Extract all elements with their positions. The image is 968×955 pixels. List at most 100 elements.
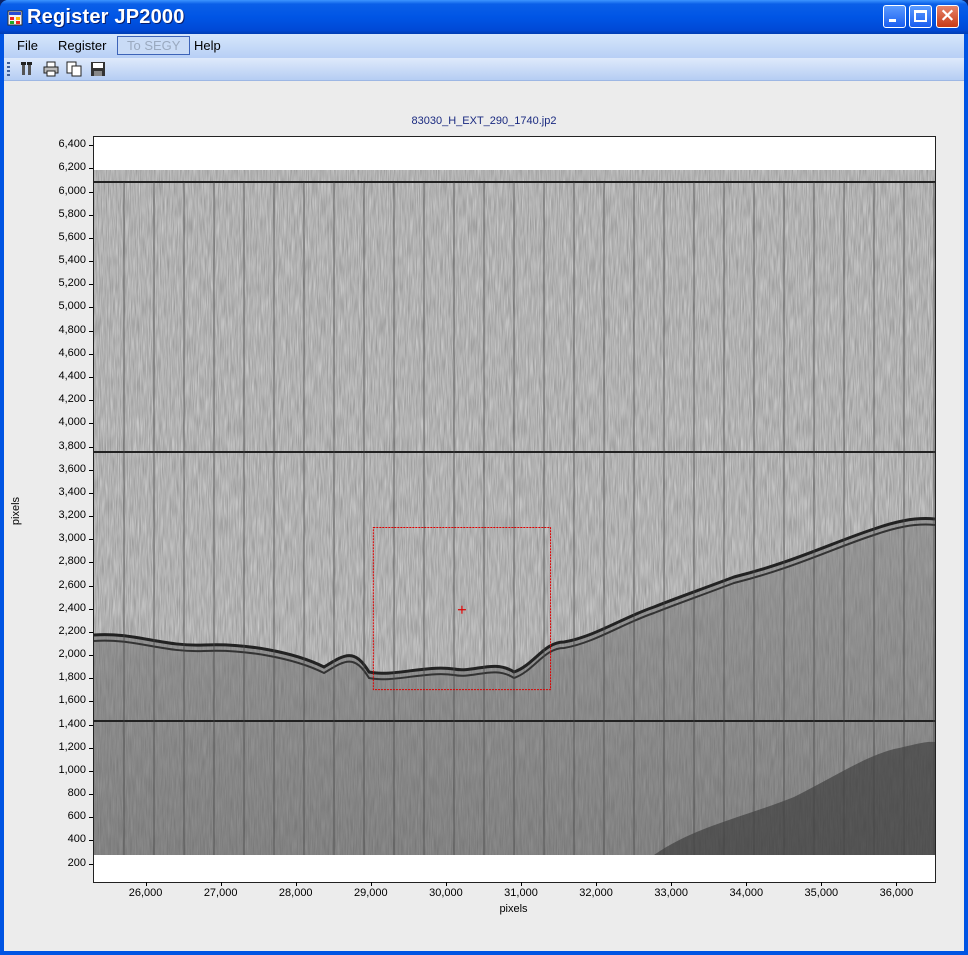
y-tick-label: 1,200 [58, 740, 86, 753]
minimize-icon [889, 19, 896, 22]
x-tick-mark [145, 882, 147, 886]
x-tick-label: 26,000 [128, 887, 163, 899]
x-tick-label: 29,000 [354, 887, 388, 899]
x-tick-label: 33,000 [654, 887, 689, 899]
y-tick-label: 1,600 [58, 694, 86, 707]
x-tick-mark [746, 882, 748, 886]
y-tick-mark [89, 678, 93, 680]
y-tick-mark [89, 307, 93, 309]
toolbar [4, 58, 964, 81]
x-axis-label: pixels [499, 903, 528, 915]
client-area: File Register To SEGY Help 83030_H_EXT_2… [4, 34, 964, 951]
y-tick-mark [89, 539, 93, 541]
y-tick-label: 5,400 [58, 254, 86, 267]
maximize-button[interactable] [909, 5, 932, 28]
y-tick-label: 400 [67, 833, 86, 846]
x-tick-label: 31,000 [504, 887, 538, 899]
y-tick-mark [89, 376, 93, 378]
y-tick-label: 2,600 [58, 578, 86, 591]
toolbar-grip[interactable] [7, 62, 10, 76]
y-tick-mark [89, 284, 93, 286]
close-icon: × [939, 4, 956, 26]
minimize-button[interactable] [883, 5, 906, 28]
close-button[interactable]: × [936, 4, 959, 28]
y-tick-label: 4,600 [58, 346, 86, 359]
y-tick-label: 2,000 [58, 648, 86, 661]
x-tick-mark [671, 882, 673, 886]
y-tick-label: 3,400 [58, 485, 86, 498]
maximize-icon [914, 10, 927, 22]
y-tick-label: 1,400 [58, 717, 86, 730]
x-tick-mark [596, 882, 598, 886]
menu-help[interactable]: Help [190, 37, 225, 54]
y-axis-label: pixels [10, 496, 23, 526]
y-tick-mark [89, 794, 93, 796]
menu-bar: File Register To SEGY Help [4, 34, 964, 58]
y-tick-mark [89, 701, 93, 703]
x-tick-label: 30,000 [429, 887, 463, 899]
y-tick-label: 2,200 [58, 624, 86, 637]
y-tick-label: 6,000 [58, 184, 86, 197]
save-icon[interactable] [90, 61, 106, 77]
y-tick-label: 3,600 [58, 462, 86, 475]
y-tick-label: 3,800 [58, 439, 86, 452]
y-tick-label: 1,000 [58, 763, 86, 776]
y-tick-mark [89, 469, 93, 471]
y-tick-mark [89, 562, 93, 564]
y-tick-mark [89, 863, 93, 865]
menu-to-segy: To SEGY [117, 36, 191, 55]
seismic-image-frame[interactable] [93, 136, 936, 883]
y-tick-mark [89, 330, 93, 332]
x-tick-mark [295, 882, 297, 886]
y-tick-mark [89, 492, 93, 494]
x-tick-mark [896, 882, 898, 886]
y-tick-mark [89, 423, 93, 425]
x-tick-label: 28,000 [278, 887, 313, 899]
x-tick-mark [445, 882, 447, 886]
print-icon[interactable] [43, 61, 59, 77]
x-tick-mark [370, 882, 372, 886]
y-tick-label: 3,000 [58, 532, 86, 545]
y-tick-label: 200 [67, 856, 86, 869]
plot-title: 83030_H_EXT_290_1740.jp2 [411, 115, 557, 127]
properties-icon[interactable] [19, 61, 35, 77]
y-tick-mark [89, 261, 93, 263]
y-tick-mark [89, 817, 93, 819]
y-tick-label: 2,400 [58, 601, 86, 614]
y-tick-mark [89, 214, 93, 216]
y-tick-mark [89, 191, 93, 193]
y-tick-mark [89, 237, 93, 239]
y-tick-mark [89, 631, 93, 633]
title-bar[interactable]: Register JP2000 × [0, 0, 968, 34]
x-tick-label: 27,000 [203, 887, 238, 899]
y-tick-mark [89, 770, 93, 772]
y-tick-mark [89, 655, 93, 657]
y-tick-label: 1,800 [58, 671, 86, 684]
x-tick-label: 35,000 [804, 887, 839, 899]
x-tick-mark [521, 882, 522, 886]
y-tick-label: 600 [67, 810, 86, 823]
app-icon [7, 10, 23, 26]
x-tick-mark [220, 882, 222, 886]
copy-icon[interactable] [66, 61, 82, 77]
y-tick-mark [89, 585, 93, 587]
x-tick-label: 34,000 [729, 887, 764, 899]
y-tick-label: 6,200 [58, 161, 86, 174]
y-tick-label: 800 [67, 787, 86, 800]
x-tick-mark [821, 882, 823, 886]
seismic-image[interactable] [94, 137, 935, 882]
y-tick-label: 5,000 [58, 300, 86, 313]
y-tick-label: 4,800 [58, 323, 86, 336]
menu-register[interactable]: Register [54, 37, 110, 54]
y-tick-mark [89, 145, 93, 147]
y-tick-label: 3,200 [58, 509, 86, 522]
y-tick-mark [89, 446, 93, 448]
y-tick-label: 6,400 [58, 138, 86, 151]
y-tick-label: 4,400 [58, 369, 86, 382]
window-title: Register JP2000 [27, 6, 185, 28]
y-tick-label: 5,200 [58, 277, 86, 290]
y-tick-mark [89, 840, 93, 842]
y-tick-label: 4,200 [58, 393, 86, 406]
menu-file[interactable]: File [13, 37, 42, 54]
app-window: Register JP2000 × File Register To SEGY … [0, 0, 968, 955]
